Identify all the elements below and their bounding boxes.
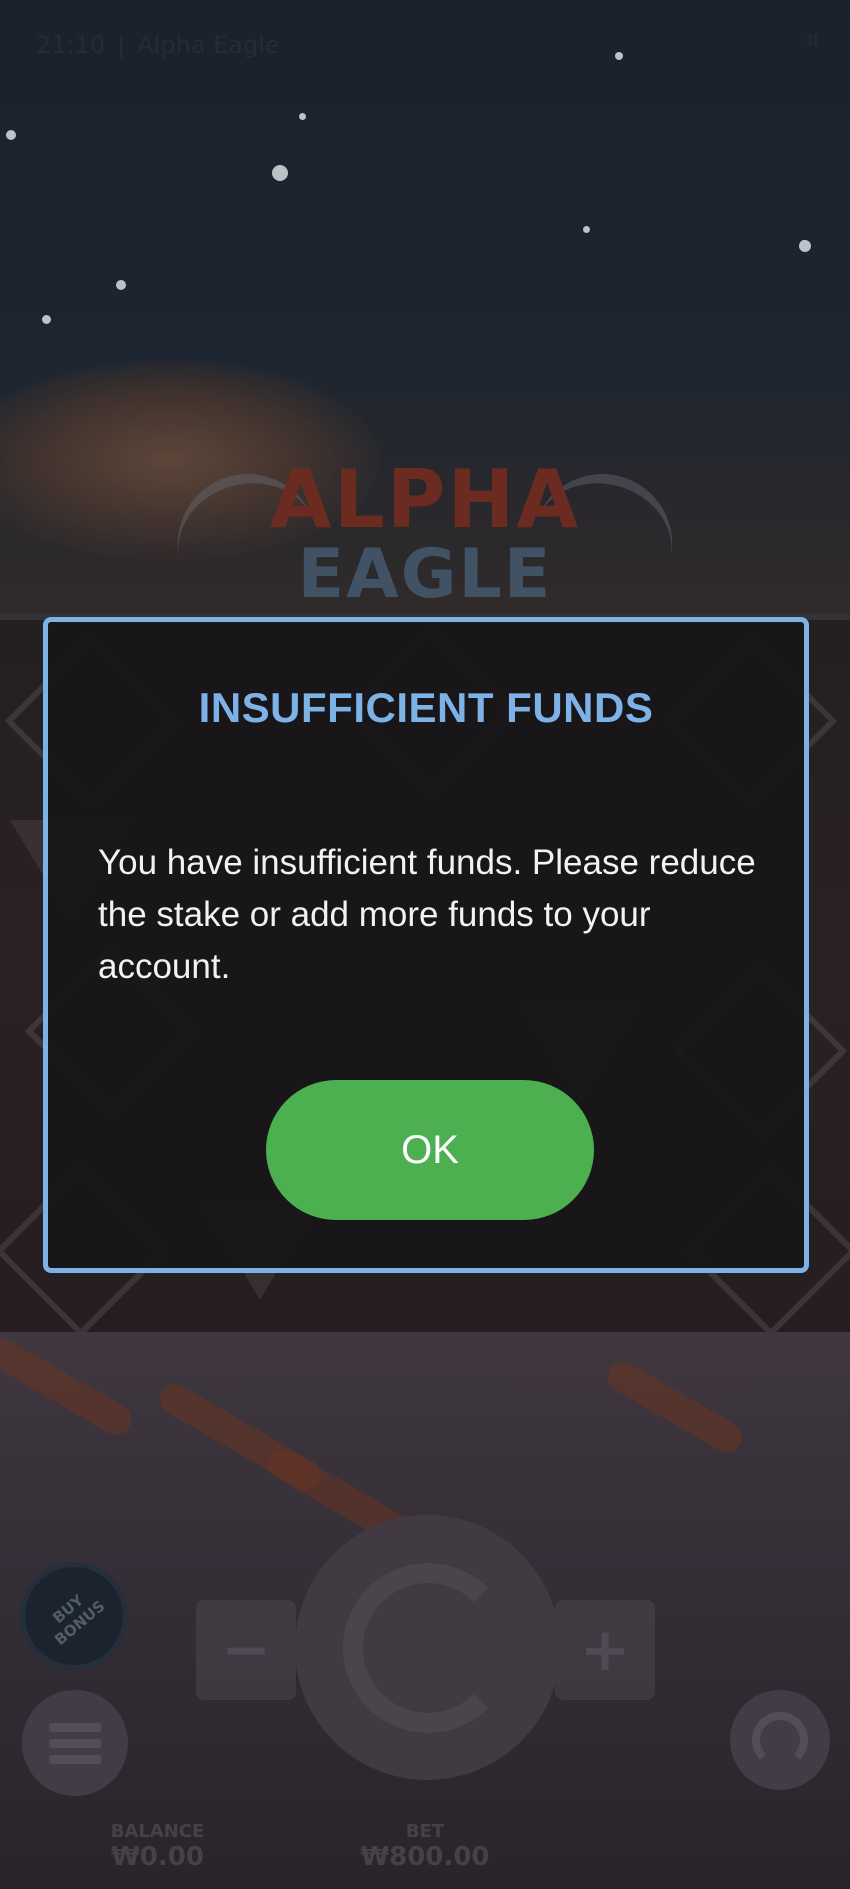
game-screen: ALPHA EAGLE 21:10 | Alpha Eagle ⌗ BUY BONU… [0, 0, 850, 1889]
ok-button[interactable]: OK [266, 1080, 594, 1220]
insufficient-funds-dialog: INSUFFICIENT FUNDS You have insufficient… [43, 617, 809, 1273]
dialog-message: You have insufficient funds. Please redu… [98, 843, 756, 986]
dialog-title: INSUFFICIENT FUNDS [198, 684, 654, 731]
